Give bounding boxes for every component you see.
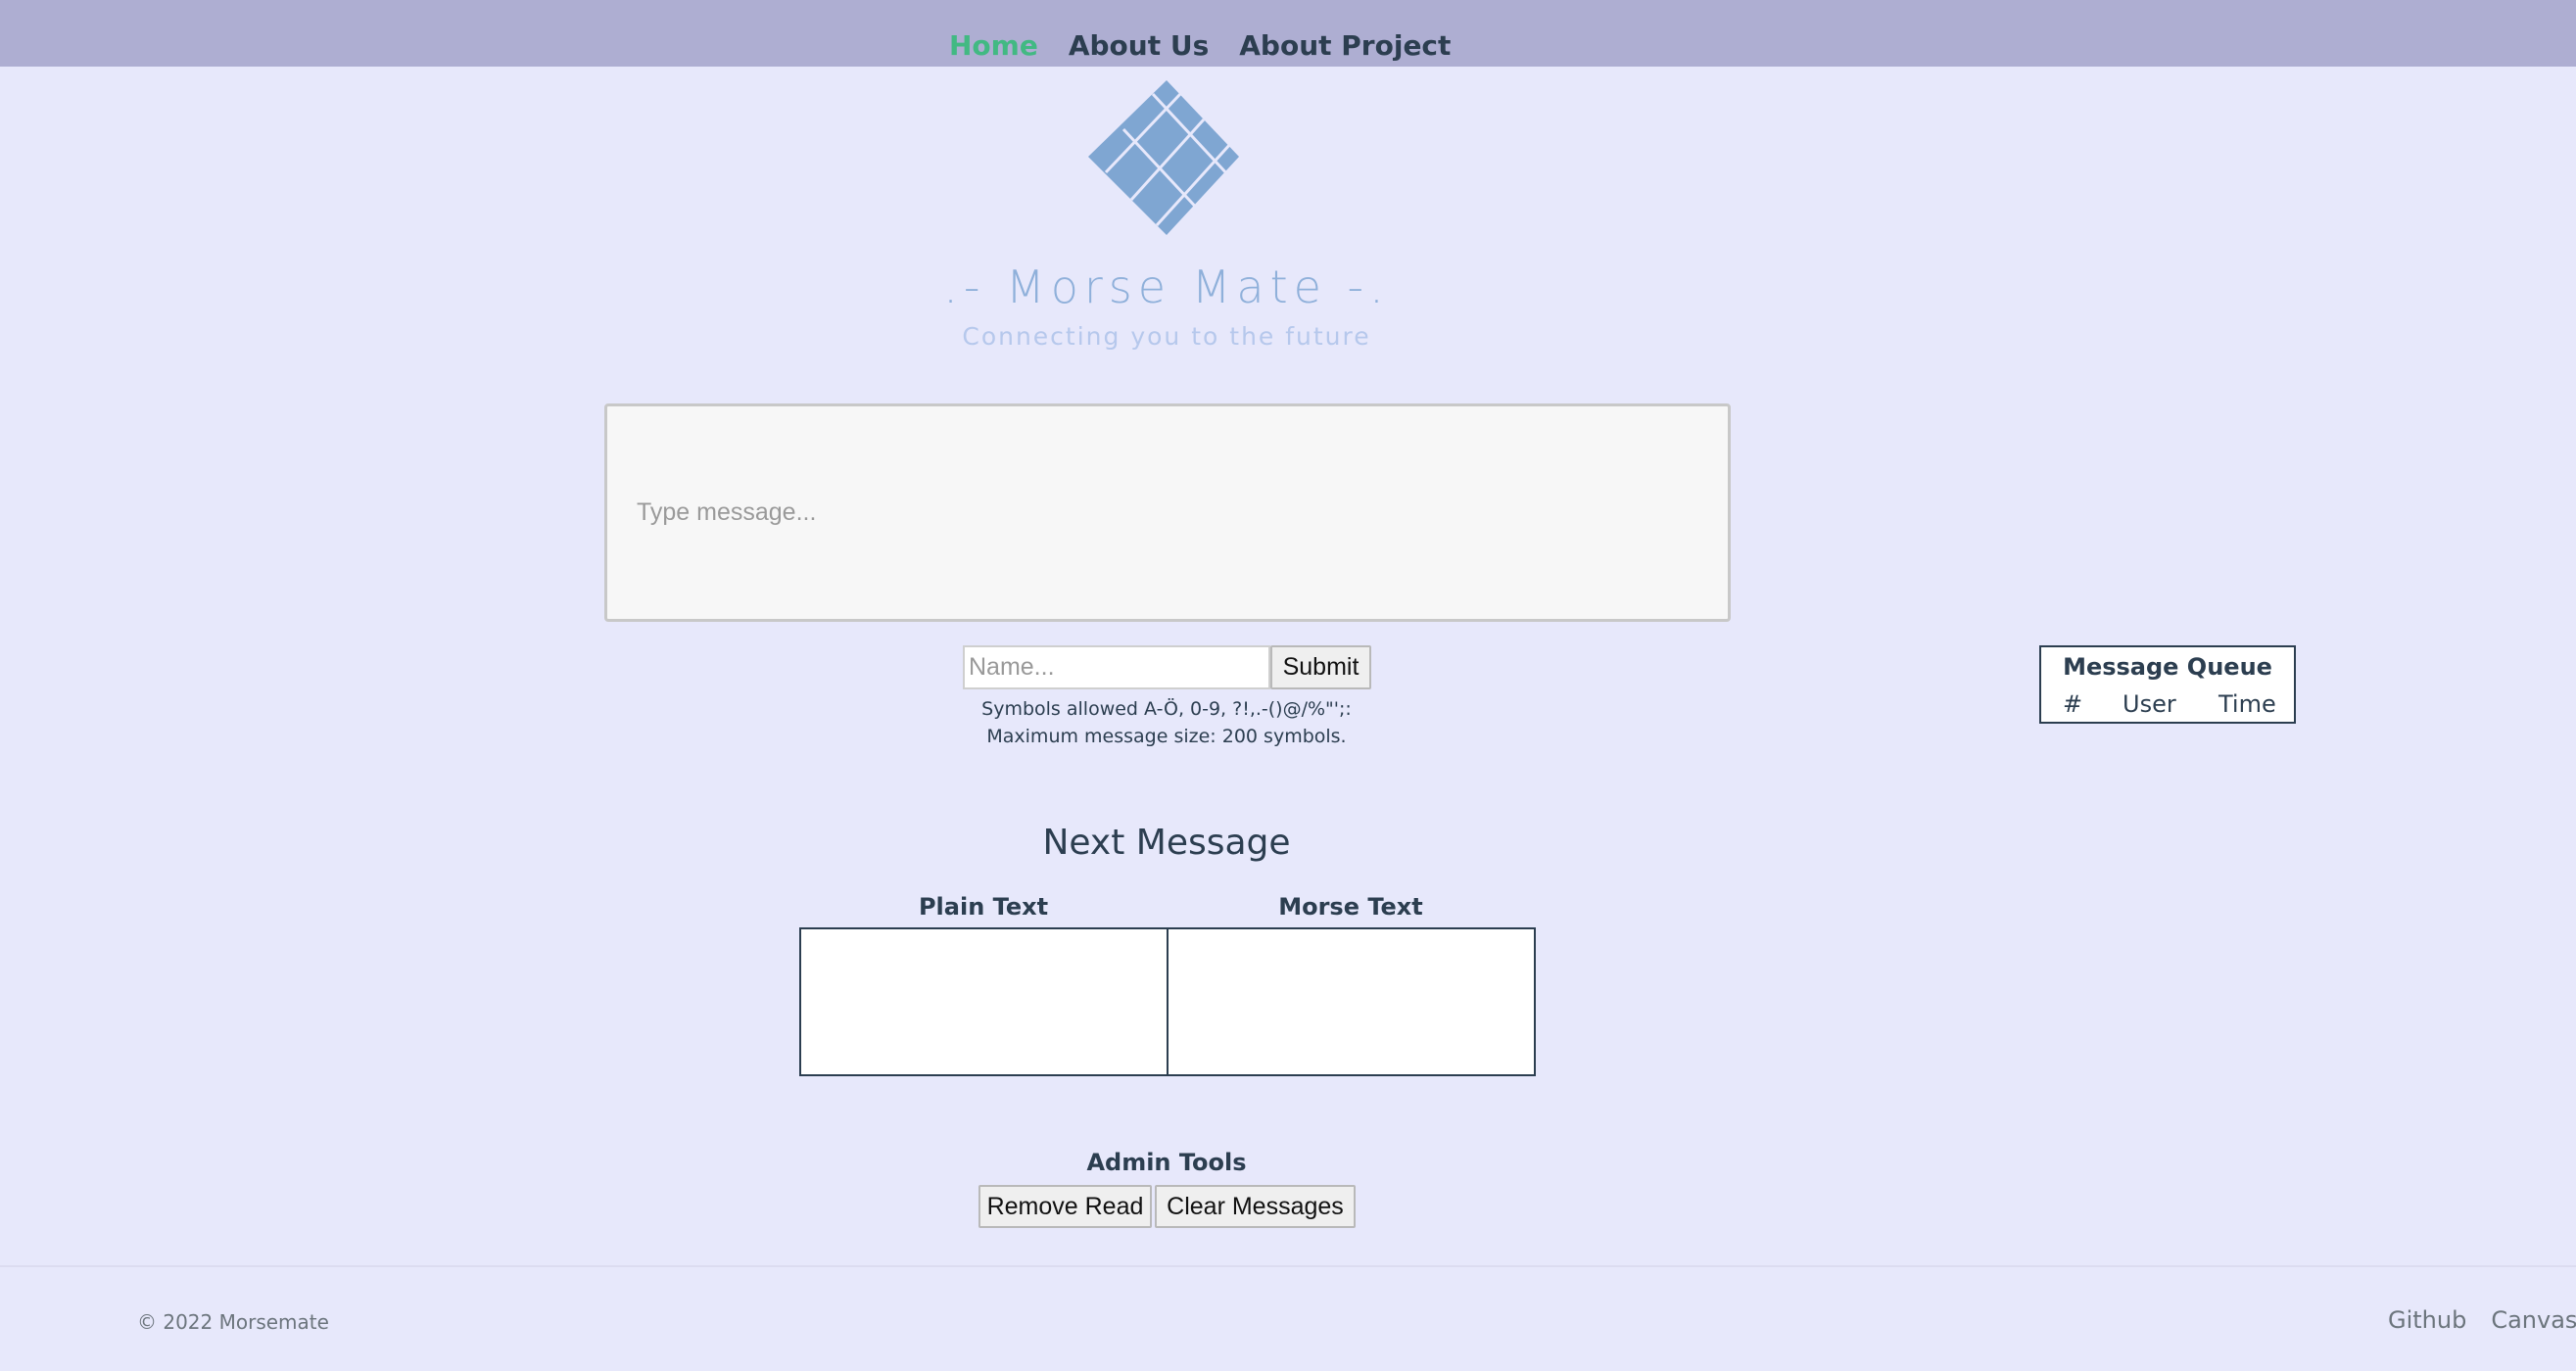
app-title: .- Morse Mate -. <box>943 260 1390 313</box>
footer-canvas-link[interactable]: Canvas <box>2491 1306 2576 1334</box>
name-input[interactable] <box>963 645 1270 689</box>
message-queue-title: Message Queue <box>2063 653 2272 681</box>
clear-messages-button[interactable]: Clear Messages <box>1155 1185 1356 1228</box>
next-message-table <box>799 927 1536 1076</box>
footer-links: Github Canvas <box>2388 1306 2576 1334</box>
morse-text-header: Morse Text <box>1278 893 1423 921</box>
plain-text-header: Plain Text <box>918 893 1049 921</box>
page: Home About Us About Project .- Morse Mat… <box>0 0 2576 1371</box>
submit-button[interactable]: Submit <box>1270 645 1371 689</box>
max-size-hint: Maximum message size: 200 symbols. <box>986 726 1347 747</box>
message-queue-table: Message Queue # User Time <box>2039 645 2296 724</box>
footer-github-link[interactable]: Github <box>2388 1306 2466 1334</box>
queue-column-number: # <box>2063 690 2083 718</box>
footer: © 2022 Morsemate Github Canvas <box>0 1265 2576 1371</box>
admin-tools-heading: Admin Tools <box>1086 1149 1247 1176</box>
main-nav: Home About Us About Project <box>949 29 1451 62</box>
copyright-text: © 2022 Morsemate <box>137 1310 329 1334</box>
app-tagline: Connecting you to the future <box>962 322 1371 351</box>
nav-home-link[interactable]: Home <box>949 29 1038 62</box>
morse-mate-logo-icon <box>1088 80 1239 235</box>
queue-column-user: User <box>2123 690 2176 718</box>
queue-column-time: Time <box>2218 690 2276 718</box>
next-message-heading: Next Message <box>1042 823 1291 863</box>
nav-about-us-link[interactable]: About Us <box>1069 29 1209 62</box>
top-nav-bar: Home About Us About Project <box>0 0 2576 67</box>
plain-text-cell <box>801 929 1169 1074</box>
remove-read-button[interactable]: Remove Read <box>978 1185 1152 1228</box>
nav-about-project-link[interactable]: About Project <box>1239 29 1451 62</box>
morse-text-cell <box>1169 929 1534 1074</box>
allowed-symbols-hint: Symbols allowed A-Ö, 0-9, ?!,.-()@/%"';: <box>981 698 1352 720</box>
message-input[interactable] <box>604 403 1731 622</box>
